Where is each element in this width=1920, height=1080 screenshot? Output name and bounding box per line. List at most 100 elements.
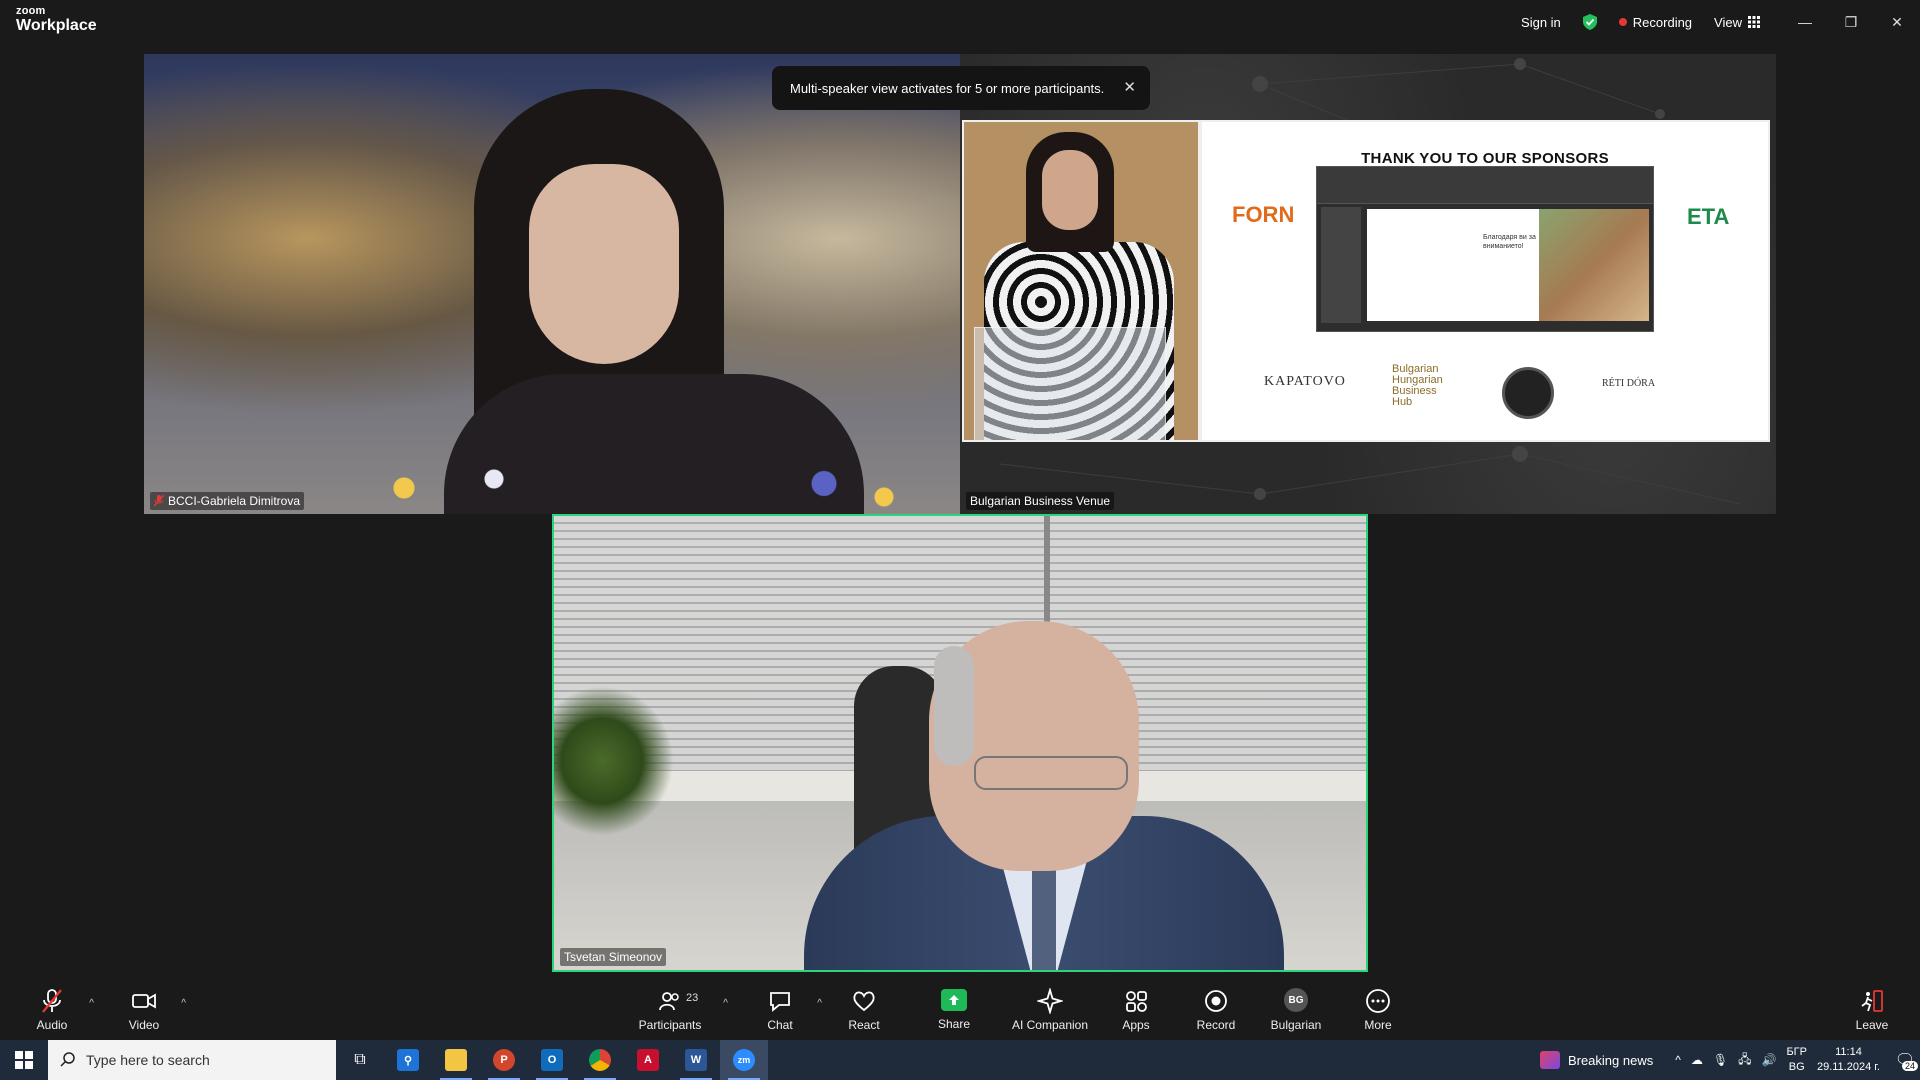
keyboard-language-indicator[interactable]: БГР BG <box>1786 1045 1807 1075</box>
taskbar-search-input[interactable]: Type here to search <box>48 1040 336 1080</box>
chat-bubble-icon <box>770 992 790 1012</box>
chat-options-chevron-icon[interactable]: ^ <box>817 998 822 1009</box>
taskbar-zoom-app[interactable]: zm <box>720 1040 768 1080</box>
taskbar-acrobat-app[interactable]: A <box>624 1040 672 1080</box>
audio-button[interactable]: Audio ^ <box>28 980 94 1040</box>
record-icon <box>1205 990 1227 1012</box>
share-screen-icon <box>941 989 967 1011</box>
language-interpretation-button[interactable]: BG Bulgarian <box>1266 980 1326 1040</box>
task-view-button[interactable]: ⧉ <box>336 1040 384 1080</box>
apps-icon <box>1126 991 1147 1012</box>
video-tile-venue[interactable]: THANK YOU TO OUR SPONSORS FORN ETA KAPAT… <box>960 54 1776 514</box>
minimize-button[interactable]: — <box>1782 0 1828 44</box>
notification-count: 24 <box>1901 1061 1918 1071</box>
onedrive-cloud-icon[interactable]: ☁ <box>1691 1053 1703 1067</box>
powerpoint-icon: P <box>493 1049 515 1071</box>
participants-button[interactable]: 23 Participants ^ <box>630 980 728 1040</box>
apps-label: Apps <box>1122 1018 1150 1032</box>
chat-label: Chat <box>767 1018 793 1032</box>
network-icon[interactable]: 🖧 <box>1738 1050 1751 1071</box>
brand-large: Workplace <box>16 17 97 34</box>
plant <box>554 686 674 836</box>
video-tile-gabriela[interactable]: BCCI-Gabriela Dimitrova <box>144 54 960 514</box>
system-clock[interactable]: 11:14 29.11.2024 г. <box>1817 1045 1880 1075</box>
record-label: Record <box>1196 1018 1236 1032</box>
share-label: Share <box>937 1017 971 1031</box>
task-view-icon: ⧉ <box>354 1051 366 1068</box>
system-tray: Breaking news ^ ☁ 🎙 🖧 🔊 БГР BG 11:14 29.… <box>1539 1040 1920 1080</box>
participant-name: Tsvetan Simeonov <box>564 950 663 964</box>
sponsor-seal-logo <box>1502 367 1554 419</box>
news-widget[interactable]: Breaking news <box>1539 1051 1653 1069</box>
taskbar-file-explorer-app[interactable] <box>432 1040 480 1080</box>
taskbar-word-app[interactable]: W <box>672 1040 720 1080</box>
participant-name: Bulgarian Business Venue <box>970 494 1111 508</box>
notification-center-button[interactable]: 🗨 24 <box>1890 1045 1920 1075</box>
tray-chevron-icon[interactable]: ^ <box>1675 1053 1681 1067</box>
participant-name-tag: Bulgarian Business Venue <box>966 492 1115 510</box>
clock-date: 29.11.2024 г. <box>1816 1061 1880 1073</box>
news-icon <box>1539 1051 1560 1069</box>
maps-icon: ⚲ <box>397 1049 419 1071</box>
encryption-shield-icon[interactable] <box>1582 14 1597 30</box>
title-bar: zoom Workplace Sign in Recording View — … <box>0 0 1920 44</box>
taskbar-maps-app[interactable]: ⚲ <box>384 1040 432 1080</box>
muted-microphone-icon <box>42 989 62 1013</box>
more-button[interactable]: More <box>1354 980 1402 1040</box>
taskbar-outlook-app[interactable]: O <box>528 1040 576 1080</box>
video-tile-tsvetan-active-speaker[interactable]: Tsvetan Simeonov <box>552 514 1368 972</box>
language-label: Bulgarian <box>1270 1018 1322 1032</box>
participants-options-chevron-icon[interactable]: ^ <box>723 998 728 1009</box>
slide-title: THANK YOU TO OUR SPONSORS <box>1361 150 1609 167</box>
windows-logo-icon <box>15 1051 33 1069</box>
close-window-button[interactable]: ✕ <box>1874 0 1920 44</box>
participants-icon <box>659 992 679 1011</box>
participants-count: 23 <box>686 992 699 1004</box>
more-label: More <box>1364 1018 1392 1032</box>
more-dots-icon <box>1366 989 1390 1013</box>
ai-companion-button[interactable]: AI Companion <box>1006 980 1094 1040</box>
video-button[interactable]: Video ^ <box>120 980 186 1040</box>
toast-message: Multi-speaker view activates for 5 or mo… <box>790 80 1105 96</box>
shared-video-speaker <box>962 120 1200 442</box>
sign-in-label: Sign in <box>1521 14 1561 30</box>
meeting-control-bar: Audio ^ Video ^ 23 Participants ^ Chat ^… <box>0 980 1920 1040</box>
leave-button[interactable]: Leave <box>1848 980 1896 1040</box>
leave-exit-icon <box>1861 990 1883 1012</box>
close-icon[interactable]: ✕ <box>1123 78 1136 96</box>
video-options-chevron-icon[interactable]: ^ <box>181 998 186 1009</box>
taskbar-chrome-app[interactable] <box>576 1040 624 1080</box>
recording-indicator[interactable]: Recording <box>1618 14 1693 30</box>
sponsor-reti-dora-logo: RÉTI DÓRA <box>1602 378 1656 389</box>
search-placeholder: Type here to search <box>86 1052 210 1068</box>
sign-in-button[interactable]: Sign in <box>1521 15 1561 30</box>
acrobat-icon: A <box>637 1049 659 1071</box>
recording-dot-icon <box>1618 18 1627 26</box>
chat-button[interactable]: Chat ^ <box>756 980 822 1040</box>
restore-button[interactable]: ❐ <box>1828 0 1874 44</box>
view-button[interactable]: View <box>1714 15 1760 30</box>
podium <box>974 327 1166 440</box>
share-button[interactable]: Share <box>930 980 978 1040</box>
participant-name-tag: Tsvetan Simeonov <box>560 948 667 966</box>
microphone-tray-icon[interactable]: 🎙 <box>1713 1053 1728 1067</box>
taskbar-powerpoint-app[interactable]: P <box>480 1040 528 1080</box>
speaker-volume-icon[interactable]: 🔊 <box>1762 1053 1777 1067</box>
participant-name: BCCI-Gabriela Dimitrova <box>168 494 301 508</box>
audio-label: Audio <box>36 1018 68 1032</box>
react-button[interactable]: React <box>840 980 888 1040</box>
react-label: React <box>848 1018 880 1032</box>
apps-button[interactable]: Apps <box>1112 980 1160 1040</box>
outlook-icon: O <box>541 1049 563 1071</box>
participant-name-tag: BCCI-Gabriela Dimitrova <box>150 492 305 510</box>
zoom-logo: zoom Workplace <box>16 6 97 34</box>
recording-label: Recording <box>1632 14 1693 30</box>
notification-toast: Multi-speaker view activates for 5 or mo… <box>772 66 1150 110</box>
record-button[interactable]: Record <box>1190 980 1242 1040</box>
windows-start-button[interactable] <box>0 1040 48 1080</box>
audio-options-chevron-icon[interactable]: ^ <box>89 998 94 1009</box>
view-label: View <box>1714 14 1742 30</box>
word-icon: W <box>685 1049 707 1071</box>
sparkle-icon <box>1037 988 1063 1014</box>
leave-label: Leave <box>1855 1018 1889 1032</box>
